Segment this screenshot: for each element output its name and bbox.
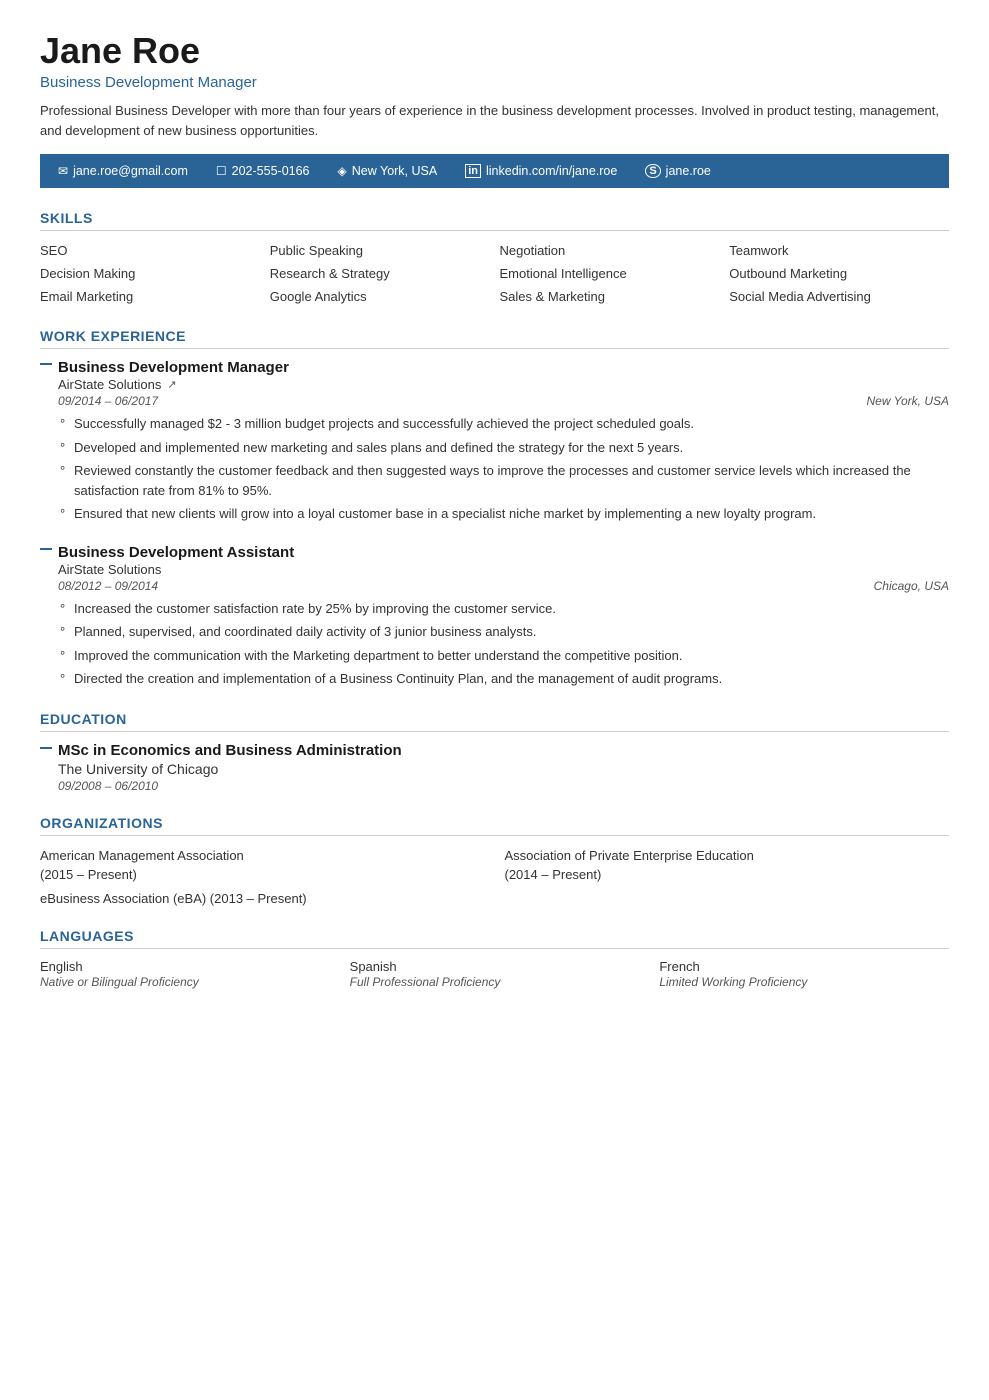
- bullets-1: Successfully managed $2 - 3 million budg…: [58, 414, 949, 524]
- lang-level-french: Limited Working Proficiency: [659, 975, 949, 989]
- organizations-section-title: ORGANIZATIONS: [40, 815, 949, 836]
- skill-teamwork: Teamwork: [729, 241, 949, 260]
- company-name-1: AirState Solutions: [58, 377, 161, 392]
- edu-entry-1: MSc in Economics and Business Administra…: [40, 742, 949, 793]
- skill-public-speaking: Public Speaking: [270, 241, 490, 260]
- bullet-1-3: Reviewed constantly the customer feedbac…: [58, 461, 949, 500]
- skills-section-title: SKILLS: [40, 210, 949, 231]
- location-icon: ◈: [338, 164, 347, 178]
- company-line-1: AirState Solutions ↗: [58, 377, 949, 392]
- org-single: eBusiness Association (eBA) (2013 – Pres…: [40, 891, 949, 906]
- bullet-1-4: Ensured that new clients will grow into …: [58, 504, 949, 524]
- work-experience-section-title: WORK EXPERIENCE: [40, 328, 949, 349]
- candidate-summary: Professional Business Developer with mor…: [40, 101, 940, 140]
- bullet-2-3: Improved the communication with the Mark…: [58, 646, 949, 666]
- lang-item-spanish: Spanish Full Professional Proficiency: [350, 959, 640, 989]
- email-icon: ✉: [58, 164, 68, 178]
- work-entry-1: Business Development Manager AirState So…: [40, 359, 949, 524]
- email-value: jane.roe@gmail.com: [73, 164, 188, 178]
- phone-icon: ☐: [216, 164, 227, 178]
- skills-grid: SEO Public Speaking Negotiation Teamwork…: [40, 241, 949, 306]
- bullet-1-2: Developed and implemented new marketing …: [58, 438, 949, 458]
- skill-email-marketing: Email Marketing: [40, 287, 260, 306]
- org-years-2: (2014 – Present): [505, 867, 602, 882]
- contact-phone: ☐ 202-555-0166: [216, 164, 310, 178]
- location-value: New York, USA: [352, 164, 437, 178]
- lang-grid: English Native or Bilingual Proficiency …: [40, 959, 949, 989]
- contact-linkedin: in linkedin.com/in/jane.roe: [465, 164, 617, 178]
- skill-google-analytics: Google Analytics: [270, 287, 490, 306]
- date-location-row-1: 09/2014 – 06/2017 New York, USA: [58, 394, 949, 408]
- linkedin-value: linkedin.com/in/jane.roe: [486, 164, 617, 178]
- bullet-1-1: Successfully managed $2 - 3 million budg…: [58, 414, 949, 434]
- job-title-1: Business Development Manager: [58, 359, 949, 376]
- lang-name-french: French: [659, 959, 949, 974]
- bullet-2-2: Planned, supervised, and coordinated dai…: [58, 622, 949, 642]
- candidate-title: Business Development Manager: [40, 74, 949, 91]
- company-line-2: AirState Solutions: [58, 562, 949, 577]
- bullets-2: Increased the customer satisfaction rate…: [58, 599, 949, 689]
- skill-outbound-marketing: Outbound Marketing: [729, 264, 949, 283]
- lang-item-french: French Limited Working Proficiency: [659, 959, 949, 989]
- skill-social-media-advertising: Social Media Advertising: [729, 287, 949, 306]
- skill-decision-making: Decision Making: [40, 264, 260, 283]
- org-item-1: American Management Association (2015 – …: [40, 846, 485, 885]
- languages-section-title: LANGUAGES: [40, 928, 949, 949]
- org-item-2: Association of Private Enterprise Educat…: [505, 846, 950, 885]
- date-range-2: 08/2012 – 09/2014: [58, 579, 158, 593]
- education-section-title: EDUCATION: [40, 711, 949, 732]
- contact-skype: S jane.roe: [645, 164, 711, 178]
- org-grid: American Management Association (2015 – …: [40, 846, 949, 885]
- edu-school-1: The University of Chicago: [58, 761, 949, 777]
- candidate-name: Jane Roe: [40, 30, 949, 72]
- lang-name-spanish: Spanish: [350, 959, 640, 974]
- skype-value: jane.roe: [666, 164, 711, 178]
- location-2: Chicago, USA: [874, 579, 949, 593]
- contact-location: ◈ New York, USA: [338, 164, 438, 178]
- bullet-2-1: Increased the customer satisfaction rate…: [58, 599, 949, 619]
- location-1: New York, USA: [867, 394, 949, 408]
- contact-email: ✉ jane.roe@gmail.com: [58, 164, 188, 178]
- linkedin-icon: in: [465, 164, 481, 178]
- date-range-1: 09/2014 – 06/2017: [58, 394, 158, 408]
- job-title-2: Business Development Assistant: [58, 544, 949, 561]
- work-entry-2: Business Development Assistant AirState …: [40, 544, 949, 689]
- external-link-icon-1: ↗: [167, 378, 176, 391]
- skill-emotional-intelligence: Emotional Intelligence: [500, 264, 720, 283]
- lang-level-spanish: Full Professional Proficiency: [350, 975, 640, 989]
- phone-value: 202-555-0166: [232, 164, 310, 178]
- skype-icon: S: [645, 164, 660, 178]
- company-name-2: AirState Solutions: [58, 562, 161, 577]
- org-name-1: American Management Association: [40, 848, 244, 863]
- contact-bar: ✉ jane.roe@gmail.com ☐ 202-555-0166 ◈ Ne…: [40, 154, 949, 188]
- skill-negotiation: Negotiation: [500, 241, 720, 260]
- lang-name-english: English: [40, 959, 330, 974]
- bullet-2-4: Directed the creation and implementation…: [58, 669, 949, 689]
- org-name-2: Association of Private Enterprise Educat…: [505, 848, 754, 863]
- skill-research-strategy: Research & Strategy: [270, 264, 490, 283]
- edu-date-1: 09/2008 – 06/2010: [58, 779, 949, 793]
- edu-degree-1: MSc in Economics and Business Administra…: [58, 742, 949, 759]
- skill-seo: SEO: [40, 241, 260, 260]
- org-years-1: (2015 – Present): [40, 867, 137, 882]
- lang-level-english: Native or Bilingual Proficiency: [40, 975, 330, 989]
- skill-sales-marketing: Sales & Marketing: [500, 287, 720, 306]
- date-location-row-2: 08/2012 – 09/2014 Chicago, USA: [58, 579, 949, 593]
- lang-item-english: English Native or Bilingual Proficiency: [40, 959, 330, 989]
